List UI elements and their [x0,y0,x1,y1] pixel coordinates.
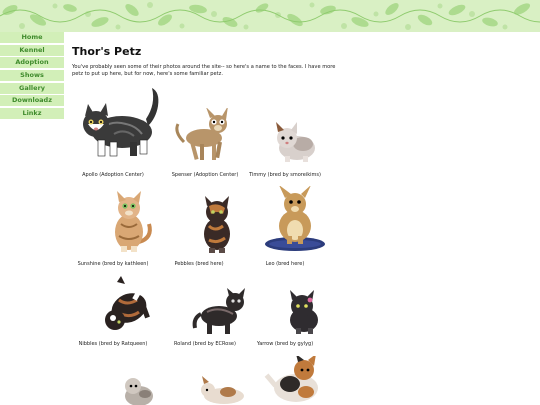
pet-image-nibbles [82,276,172,336]
pet-image-row4-3 [250,356,340,405]
nav-adoption-link[interactable]: Adoption [0,57,64,69]
page-title: Thor's Petz [72,45,142,58]
nav-shows-link[interactable]: Shows [0,70,64,82]
nav-downloadz-link[interactable]: Downloadz [0,95,64,107]
sidebar-nav: Home Kennel Adoption Shows Gallery Downl… [0,32,64,121]
pet-image-yarrow [258,290,348,336]
pet-image-timmy [252,118,342,164]
nav-kennel-link[interactable]: Kennel [0,44,64,56]
pet-image-roland [174,288,264,336]
intro-text: You've probably seen some of their photo… [72,64,336,77]
main-content: Thor's Petz You've probably seen some of… [72,40,372,78]
leaf-pattern-icon [0,2,540,30]
pet-caption: Leo (bred here) [265,261,305,267]
nav-home-link[interactable]: Home [0,32,64,43]
pet-image-sunshine [84,190,174,254]
nav-gallery-link[interactable]: Gallery [0,82,64,94]
pet-image-leo [250,186,340,254]
pet-image-apollo [74,84,164,164]
pet-image-spenser [164,108,254,164]
pet-caption: Yarrow (bred by gylyg) [256,341,314,347]
header-banner [0,0,540,32]
pet-image-pebbles [172,196,262,254]
nav-linkz-link[interactable]: Linkz [0,108,64,120]
pet-image-row4-1 [94,374,184,405]
pet-caption: Timmy (bred by smoreikims) [249,172,321,178]
